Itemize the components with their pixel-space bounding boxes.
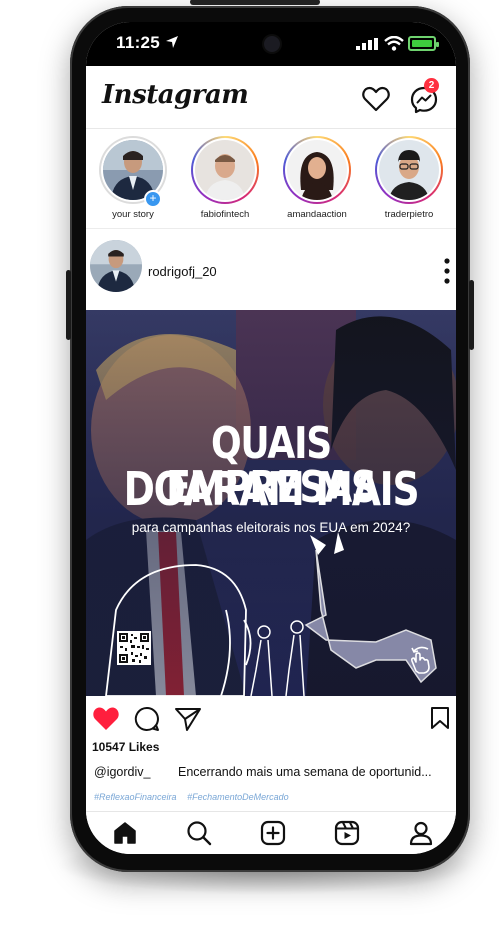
avatar bbox=[287, 140, 347, 200]
location-icon bbox=[166, 36, 178, 48]
story-label: fabiofintech bbox=[200, 209, 250, 220]
post-headline-line2: DOARAM MAIS bbox=[123, 462, 420, 516]
hashtags: #ReflexaoFinanceira #FechamentoDeMercado bbox=[94, 792, 289, 802]
more-options-icon[interactable] bbox=[444, 258, 450, 284]
caption-text: Encerrando mais uma semana de oportunid.… bbox=[178, 765, 432, 779]
avatar bbox=[195, 140, 255, 200]
hashtag-link[interactable]: #FechamentoDeMercado bbox=[187, 792, 289, 802]
story-ring bbox=[191, 136, 259, 204]
front-camera bbox=[264, 36, 280, 52]
messages-badge: 2 bbox=[424, 78, 439, 93]
volume-button bbox=[66, 270, 71, 340]
search-icon[interactable] bbox=[186, 820, 212, 846]
avatar bbox=[379, 140, 439, 200]
story-amandaaction[interactable]: amandaaction bbox=[272, 136, 362, 220]
story-label: traderpietro bbox=[384, 209, 434, 220]
swipe-hand-icon bbox=[410, 646, 430, 674]
battery-icon bbox=[408, 36, 439, 51]
status-bar: 11:25 bbox=[86, 22, 456, 66]
add-story-plus-icon[interactable]: + bbox=[144, 190, 162, 208]
earpiece bbox=[190, 0, 320, 5]
signal-icon bbox=[356, 38, 378, 50]
story-ring bbox=[283, 136, 351, 204]
bottom-navigation bbox=[86, 811, 456, 854]
create-icon[interactable] bbox=[260, 820, 286, 846]
story-label: amandaaction bbox=[287, 209, 347, 220]
stories-tray: + your story fabiofintech amandaaction t… bbox=[86, 128, 456, 229]
phone-screen: 11:25 Instagram 2 + your story fabiofint… bbox=[86, 22, 456, 854]
reels-icon[interactable] bbox=[334, 820, 360, 846]
qr-code-icon bbox=[117, 631, 151, 665]
profile-icon[interactable] bbox=[408, 820, 434, 846]
hashtag-link[interactable]: #ReflexaoFinanceira bbox=[94, 792, 177, 802]
status-time: 11:25 bbox=[116, 33, 161, 52]
story-your-story[interactable]: + your story bbox=[88, 136, 178, 220]
heart-icon[interactable] bbox=[362, 86, 390, 112]
story-label: your story bbox=[112, 209, 154, 220]
power-button bbox=[469, 280, 474, 350]
caption-username[interactable]: @igordiv_ bbox=[94, 765, 150, 779]
instagram-logo: Instagram bbox=[102, 80, 249, 110]
instagram-header: Instagram 2 bbox=[86, 66, 456, 129]
post-author-avatar[interactable] bbox=[90, 240, 142, 292]
post-subheadline: para campanhas eleitorais nos EUA em 202… bbox=[131, 520, 411, 535]
home-icon[interactable] bbox=[112, 820, 138, 846]
story-fabiofintech[interactable]: fabiofintech bbox=[180, 136, 270, 220]
share-icon[interactable] bbox=[174, 706, 202, 732]
post-header: rodrigofj_20 bbox=[86, 228, 456, 310]
story-traderpietro[interactable]: traderpietro bbox=[364, 136, 454, 220]
likes-count[interactable]: 10547 Likes bbox=[92, 740, 159, 754]
post-username[interactable]: rodrigofj_20 bbox=[148, 264, 217, 279]
post-actions bbox=[86, 696, 456, 740]
story-ring bbox=[375, 136, 443, 204]
comment-icon[interactable] bbox=[134, 706, 160, 732]
like-icon[interactable] bbox=[92, 706, 120, 731]
bookmark-icon[interactable] bbox=[430, 706, 450, 730]
wifi-icon bbox=[384, 36, 404, 51]
post-image[interactable]: QUAIS EMPRESAS DOARAM MAIS para campanha… bbox=[86, 310, 456, 696]
